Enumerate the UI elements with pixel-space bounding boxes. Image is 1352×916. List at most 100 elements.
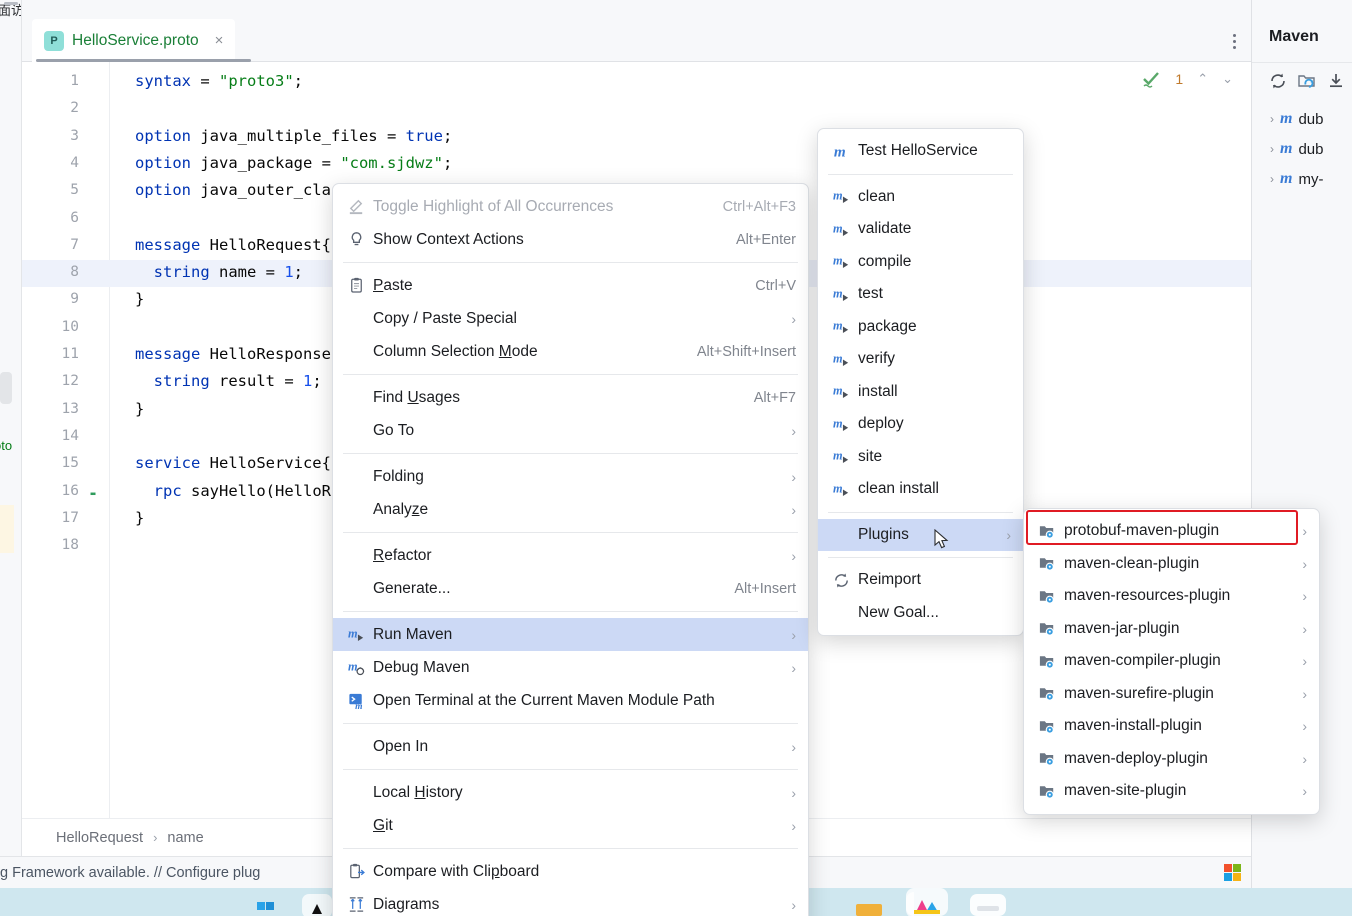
menu-item-folding[interactable]: Folding›: [333, 460, 808, 493]
chevron-up-icon[interactable]: ⌃: [1197, 71, 1208, 87]
svg-text:m: m: [832, 481, 842, 495]
menu-item-new-goal[interactable]: New Goal...: [818, 597, 1023, 630]
svg-text:m: m: [832, 449, 842, 463]
menu-item-maven-deploy-plugin[interactable]: maven-deploy-plugin›: [1024, 743, 1319, 776]
menu-item-generate[interactable]: Generate... Alt+Insert: [333, 572, 808, 605]
menu-item-shortcut: Alt+Enter: [710, 232, 796, 248]
maven-run-icon: m: [830, 252, 852, 272]
editor-tab-helloservice-proto[interactable]: P HelloService.proto ×: [32, 19, 235, 62]
code-line: string name = 1;: [135, 263, 303, 281]
menu-item-refactor[interactable]: Refactor›: [333, 539, 808, 572]
menu-item-reimport[interactable]: Reimport: [818, 564, 1023, 597]
maven-tree-row-1[interactable]: › m dub: [1252, 134, 1352, 164]
plugin-icon: [1036, 749, 1058, 769]
menu-item-install[interactable]: minstall: [818, 376, 1023, 409]
plugins-submenu[interactable]: protobuf-maven-plugin›maven-clean-plugin…: [1023, 508, 1320, 815]
code-line: string result = 1;: [135, 372, 322, 390]
left-tool-window-edge[interactable]: 面访 ce oto: [0, 0, 22, 888]
maven-tree-row-0[interactable]: › m dub: [1252, 104, 1352, 134]
menu-item-plugins[interactable]: Plugins›: [818, 519, 1023, 552]
svg-text:m: m: [832, 319, 842, 333]
maven-run-icon: m: [830, 382, 852, 402]
run-maven-submenu[interactable]: mTest HelloServicemcleanmvalidatemcompil…: [817, 128, 1024, 636]
menu-item-open-in[interactable]: Open In›: [333, 730, 808, 763]
chevron-right-icon: ›: [771, 660, 796, 676]
menu-item-protobuf-maven-plugin[interactable]: protobuf-maven-plugin›: [1024, 515, 1319, 548]
breadcrumb-item-0[interactable]: HelloRequest: [56, 830, 143, 846]
menu-item-icon-empty: [345, 388, 367, 408]
menu-item-run-maven[interactable]: mRun Maven›: [333, 618, 808, 651]
menu-item-find-usages[interactable]: Find UsagesAlt+F7: [333, 381, 808, 414]
maven-tree-label: dub: [1298, 111, 1323, 128]
menu-item-maven-site-plugin[interactable]: maven-site-plugin›: [1024, 775, 1319, 808]
menu-item-clean[interactable]: mclean: [818, 181, 1023, 214]
menu-item-label: Generate...: [373, 580, 451, 598]
menu-item-column-selection-mode[interactable]: Column Selection ModeAlt+Shift+Insert: [333, 335, 808, 368]
taskbar-app-icon[interactable]: [300, 890, 334, 916]
taskbar-windows-icon[interactable]: [253, 890, 279, 916]
menu-item-compile[interactable]: mcompile: [818, 246, 1023, 279]
more-actions-icon[interactable]: [1233, 31, 1237, 52]
menu-item-diagrams[interactable]: Diagrams›: [333, 888, 808, 916]
reload-icon[interactable]: [1268, 71, 1288, 91]
menu-item-test[interactable]: mtest: [818, 278, 1023, 311]
menu-item-maven-install-plugin[interactable]: maven-install-plugin›: [1024, 710, 1319, 743]
menu-item-verify[interactable]: mverify: [818, 343, 1023, 376]
menu-item-label: Copy / Paste Special: [373, 310, 517, 328]
menu-separator: [343, 611, 798, 612]
windows-logo-icon[interactable]: [1224, 864, 1241, 881]
menu-item-open-terminal-at-the-current-maven-module-path[interactable]: mOpen Terminal at the Current Maven Modu…: [333, 684, 808, 717]
menu-item-maven-surefire-plugin[interactable]: maven-surefire-plugin›: [1024, 678, 1319, 711]
menu-item-maven-jar-plugin[interactable]: maven-jar-plugin›: [1024, 613, 1319, 646]
menu-item-package[interactable]: mpackage: [818, 311, 1023, 344]
menu-item-label: maven-surefire-plugin: [1064, 685, 1214, 703]
chevron-right-icon: ›: [771, 785, 796, 801]
taskbar-window-icon[interactable]: [966, 890, 1010, 916]
menu-item-label: Test HelloService: [858, 142, 978, 160]
chevron-right-icon: ›: [1282, 621, 1307, 637]
download-sources-icon[interactable]: [1326, 71, 1346, 91]
menu-item-shortcut: Ctrl+Alt+F3: [697, 199, 796, 215]
menu-item-site[interactable]: msite: [818, 441, 1023, 474]
taskbar-editor-icon[interactable]: [902, 888, 952, 916]
menu-item-go-to[interactable]: Go To›: [333, 414, 808, 447]
code-line: message HelloResponse: [135, 345, 331, 363]
maven-tree-row-2[interactable]: › m my-: [1252, 164, 1352, 194]
menu-item-clean-install[interactable]: mclean install: [818, 473, 1023, 506]
menu-item-local-history[interactable]: Local History›: [333, 776, 808, 809]
menu-item-maven-resources-plugin[interactable]: maven-resources-plugin›: [1024, 580, 1319, 613]
chevron-right-icon[interactable]: ›: [1270, 172, 1274, 186]
menu-item-deploy[interactable]: mdeploy: [818, 408, 1023, 441]
menu-item-show-context-actions[interactable]: Show Context ActionsAlt+Enter: [333, 223, 808, 256]
editor-context-menu[interactable]: Toggle Highlight of All OccurrencesCtrl+…: [332, 183, 809, 916]
plugin-icon: [1036, 521, 1058, 541]
menu-item-maven-compiler-plugin[interactable]: maven-compiler-plugin›: [1024, 645, 1319, 678]
chevron-down-icon[interactable]: ⌄: [1222, 71, 1233, 87]
chevron-right-icon[interactable]: ›: [1270, 142, 1274, 156]
reload-project-icon[interactable]: [1297, 71, 1317, 91]
line-number: 2: [39, 100, 79, 116]
menu-item-test-helloservice[interactable]: mTest HelloService: [818, 135, 1023, 168]
inspection-count: 1: [1175, 71, 1183, 87]
breadcrumb-item-1[interactable]: name: [167, 830, 203, 846]
close-icon[interactable]: ×: [215, 32, 224, 49]
menu-item-shortcut: Alt+Insert: [708, 581, 796, 597]
code-line: message HelloRequest{: [135, 236, 331, 254]
menu-item-debug-maven[interactable]: mDebug Maven›: [333, 651, 808, 684]
menu-item-validate[interactable]: mvalidate: [818, 213, 1023, 246]
menu-item-copy-paste-special[interactable]: Copy / Paste Special›: [333, 302, 808, 335]
menu-item-compare-with-clipboard[interactable]: Compare with Clipboard: [333, 855, 808, 888]
menu-item-paste[interactable]: PasteCtrl+V: [333, 269, 808, 302]
editor-gutter[interactable]: 12345678910111213141516▪▪1718: [22, 62, 110, 818]
menu-item-label: verify: [858, 350, 895, 368]
maven-debug-icon: m: [345, 658, 367, 678]
gutter-run-marker-icon[interactable]: ▪▪: [90, 489, 104, 499]
line-number: 1: [39, 73, 79, 89]
menu-item-analyze[interactable]: Analyze›: [333, 493, 808, 526]
menu-item-maven-clean-plugin[interactable]: maven-clean-plugin›: [1024, 548, 1319, 581]
code-line: option java_multiple_files = true;: [135, 127, 452, 145]
chevron-right-icon[interactable]: ›: [1270, 112, 1274, 126]
menu-item-label: Open In: [373, 738, 428, 756]
inspection-widget[interactable]: 1 ⌃ ⌄: [1141, 70, 1233, 88]
menu-item-git[interactable]: Git›: [333, 809, 808, 842]
